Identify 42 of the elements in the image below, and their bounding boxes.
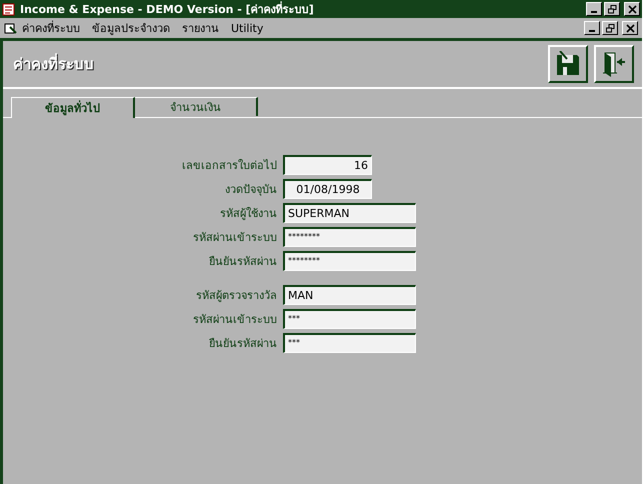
minimize-button[interactable]: [584, 21, 600, 35]
input-field[interactable]: ********: [283, 251, 416, 271]
field-label: รหัสผ่านเข้าระบบ: [192, 312, 277, 328]
input-field[interactable]: ***: [283, 309, 416, 329]
field-label: รหัสผู้ตรวจรางวัล: [195, 288, 277, 304]
field-label: ยืนยันรหัสผ่าน: [208, 254, 277, 270]
restore-button[interactable]: [604, 2, 620, 16]
field-label: ยืนยันรหัสผ่าน: [208, 336, 277, 352]
window-title: Income & Expense - DEMO Version - [ค่าคงที่ระบบ]: [20, 0, 314, 18]
tab[interactable]: จำนวนเงิน: [134, 97, 258, 116]
field-label: งวดปัจจุบัน: [224, 182, 277, 198]
field-label: เลขเอกสารใบต่อไป: [181, 158, 277, 174]
exit-button[interactable]: [594, 45, 634, 83]
input-field[interactable]: ***: [283, 333, 416, 353]
input-field[interactable]: SUPERMAN: [283, 203, 416, 223]
close-button[interactable]: [622, 21, 638, 35]
restore-button[interactable]: [602, 21, 618, 35]
save-button[interactable]: [548, 45, 588, 83]
menu-item[interactable]: Utility: [231, 22, 264, 34]
menu-item[interactable]: ข้อมูลประจำงวด: [92, 19, 170, 37]
input-field[interactable]: 01/08/1998: [283, 179, 372, 199]
field-label: รหัสผ่านเข้าระบบ: [192, 230, 277, 246]
input-field[interactable]: MAN: [283, 285, 416, 305]
tab[interactable]: ข้อมูลทั่วไป: [11, 97, 135, 118]
menu-item[interactable]: ค่าคงที่ระบบ: [22, 19, 80, 37]
minimize-icon: [591, 11, 597, 13]
input-field[interactable]: ********: [283, 227, 416, 247]
restore-icon: [608, 4, 616, 14]
floppy-disk-icon: [555, 51, 581, 77]
menu-item[interactable]: รายงาน: [182, 19, 219, 37]
exit-door-icon: [601, 51, 627, 77]
form-title: ค่าคงที่ระบบ: [13, 52, 94, 75]
minimize-button[interactable]: [586, 2, 602, 16]
close-button[interactable]: [624, 2, 640, 16]
minimize-icon: [589, 30, 595, 32]
app-icon: [2, 2, 16, 16]
restore-icon: [606, 24, 614, 32]
field-label: รหัสผู้ใช้งาน: [219, 206, 277, 222]
input-field[interactable]: 16: [283, 155, 372, 175]
close-icon: [626, 24, 634, 32]
close-icon: [628, 4, 636, 14]
document-icon: [4, 21, 18, 35]
